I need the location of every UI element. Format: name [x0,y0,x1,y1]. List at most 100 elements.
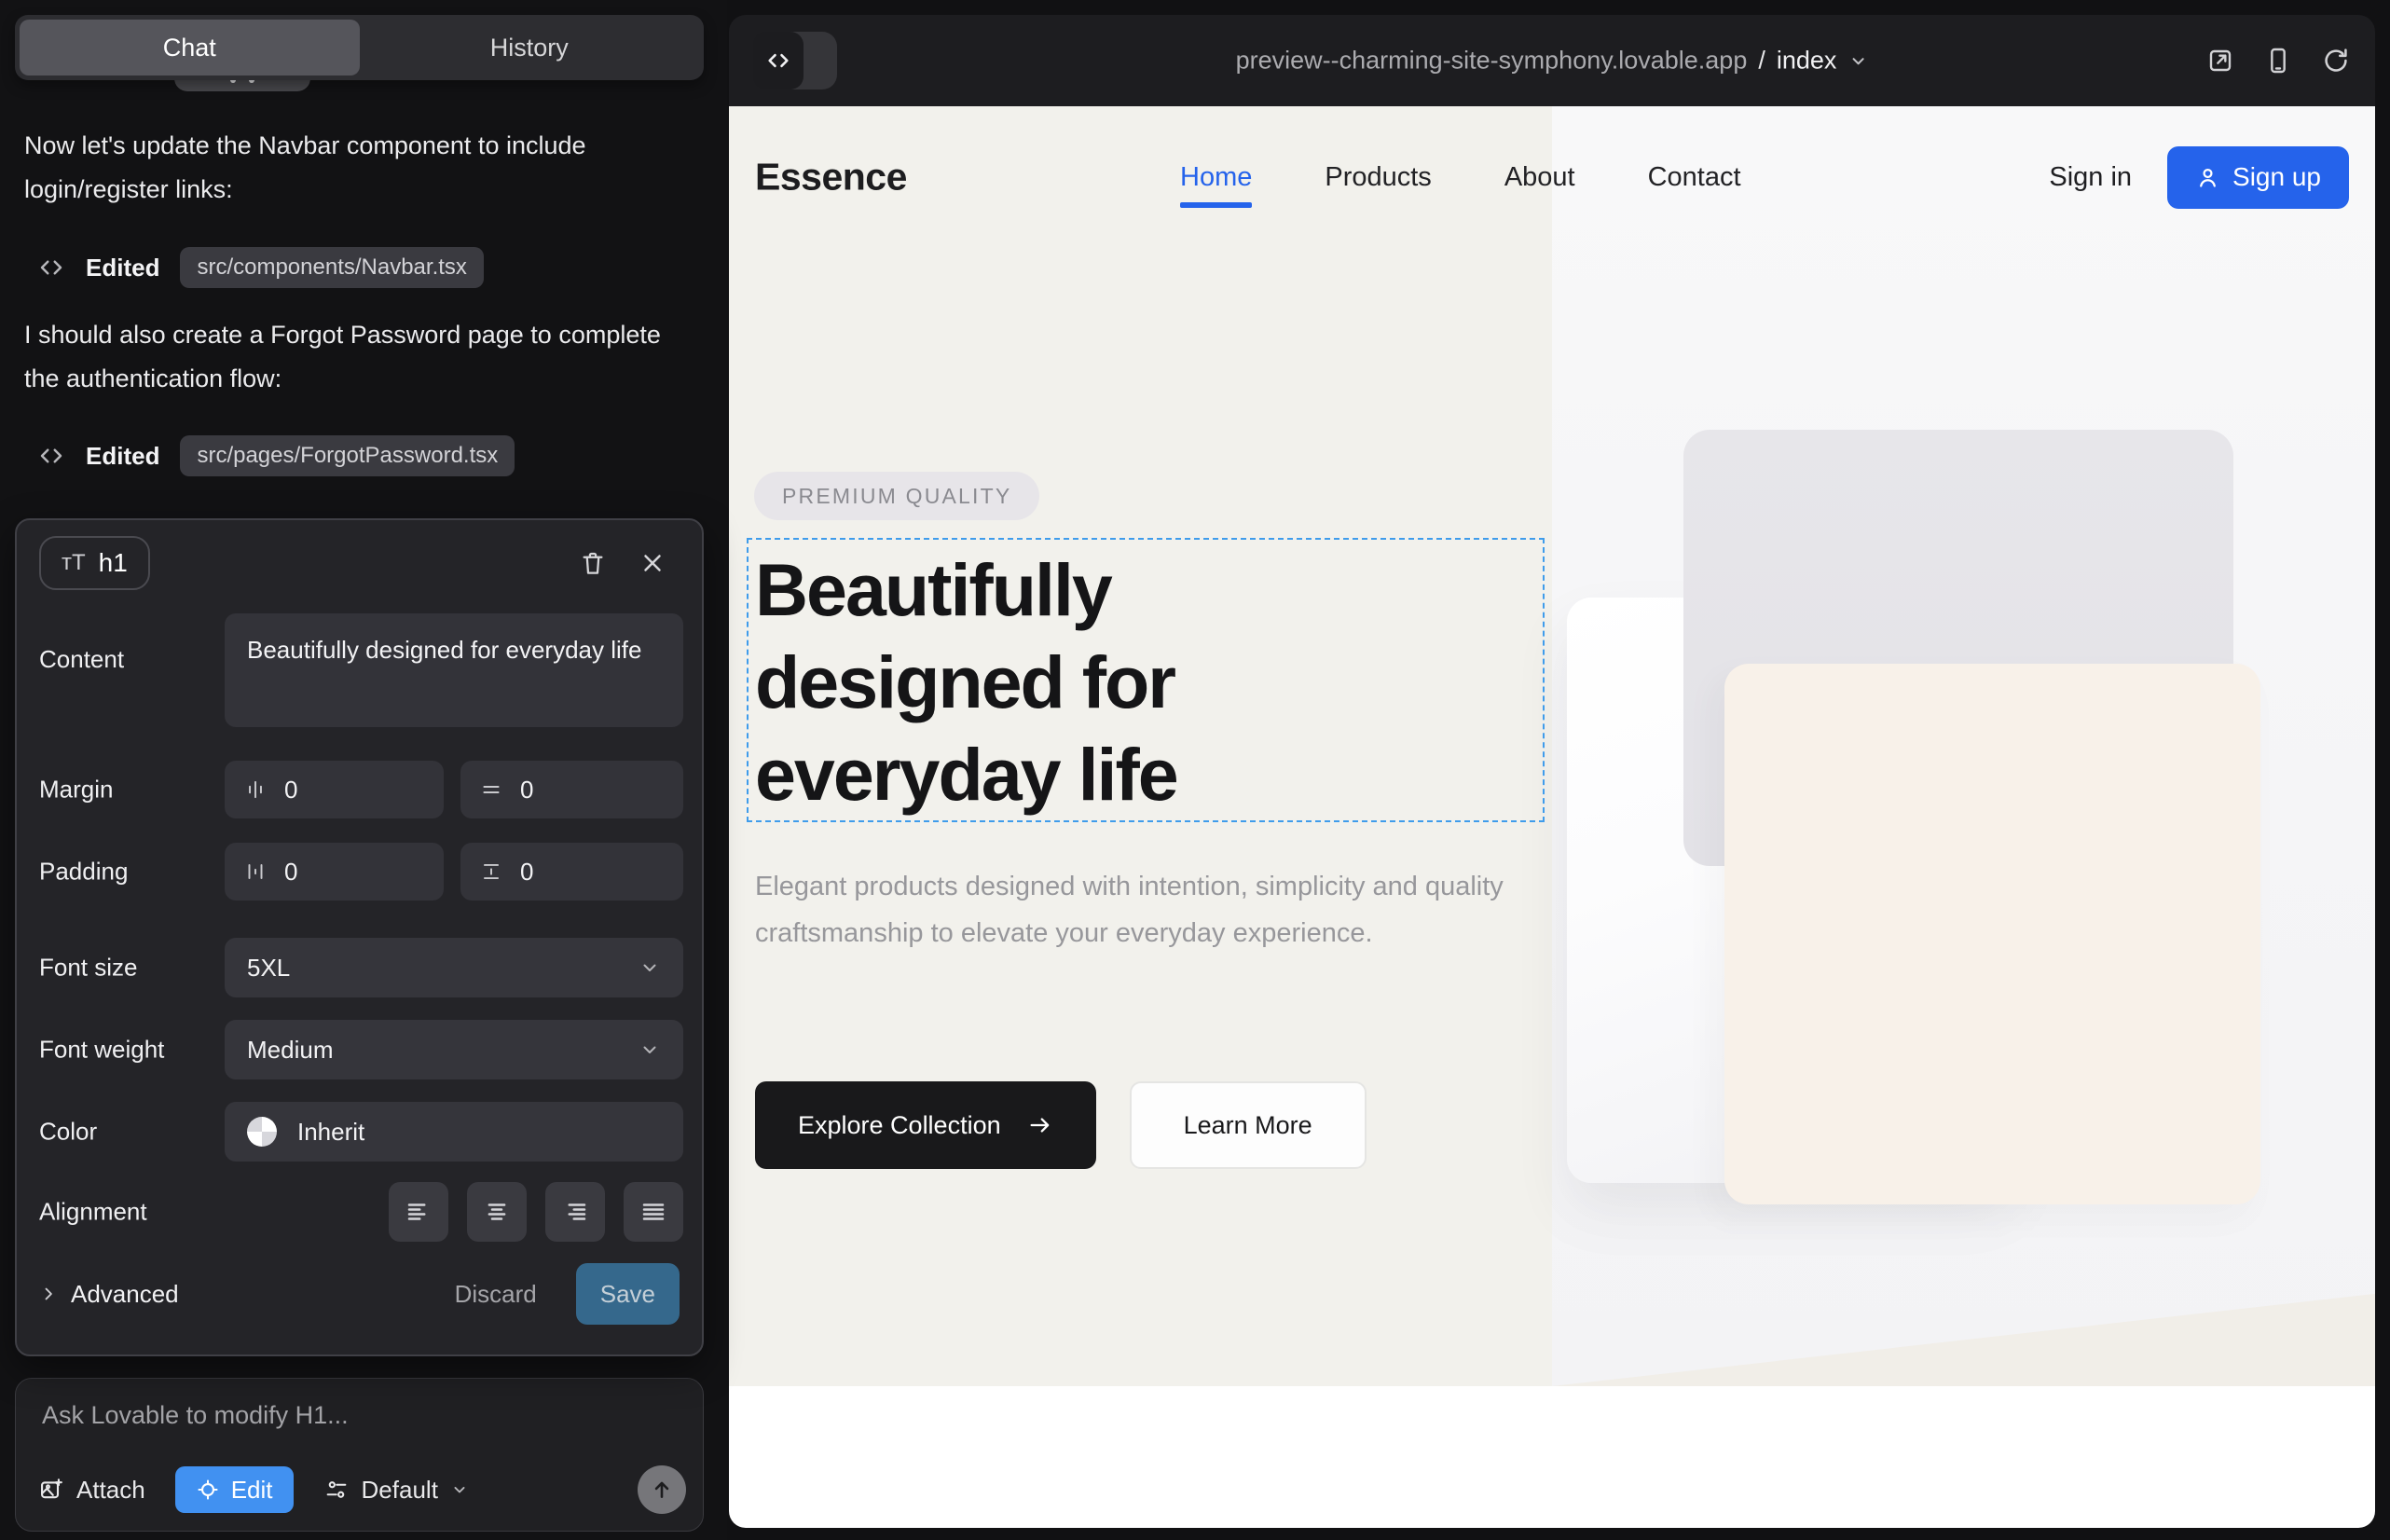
align-center-icon [483,1198,511,1226]
sidebar-tabbar: Chat History [15,15,704,80]
font-weight-select[interactable]: Medium [225,1020,683,1079]
padding-x-icon [243,859,268,884]
content-row: Content Beautifully designed for everyda… [39,613,683,727]
site-viewport: PREMIUM QUALITY Beautifully designed for… [729,106,2375,1528]
site-logo[interactable]: Essence [755,156,907,199]
learn-more-button[interactable]: Learn More [1130,1081,1367,1169]
content-label: Content [39,645,124,674]
element-tag-label: h1 [99,548,128,578]
margin-x-input[interactable]: 0 [225,761,444,818]
chat-message: Now let's update the Navbar component to… [24,124,692,212]
mobile-view-button[interactable] [2263,46,2293,76]
margin-y-icon [479,777,503,802]
explore-collection-button[interactable]: Explore Collection [755,1081,1096,1169]
file-chip[interactable]: src/components/Navbar.tsx [180,247,483,288]
url-page: index [1777,47,1837,76]
url-host: preview--charming-site-symphony.lovable.… [1236,47,1748,76]
chevron-down-icon [639,956,661,979]
color-select[interactable]: Inherit [225,1102,683,1162]
content-input[interactable]: Beautifully designed for everyday life [225,613,683,727]
save-button[interactable]: Save [576,1263,680,1325]
margin-row: Margin 0 0 [39,761,683,818]
hero-diagonal-shape [1552,1276,2375,1386]
code-icon [37,442,65,470]
chevron-down-icon [1847,50,1868,71]
align-justify-icon [639,1198,667,1226]
selected-element-tag: тT h1 [39,536,150,590]
close-editor-button[interactable] [639,549,666,577]
sign-up-button[interactable]: Sign up [2167,146,2349,209]
align-left-icon [405,1198,433,1226]
site-navbar: Essence Home Products About Contact Sign… [729,106,2375,248]
selected-h1-outline[interactable]: Beautifully designed for everyday life [747,538,1545,822]
chevron-right-icon [39,1285,58,1303]
nav-link-contact[interactable]: Contact [1648,149,1741,206]
url-separator: / [1758,47,1765,76]
nav-link-home[interactable]: Home [1180,149,1252,206]
delete-element-button[interactable] [579,549,607,577]
hero-badge: PREMIUM QUALITY [754,472,1039,520]
margin-label: Margin [39,776,113,804]
margin-y-input[interactable]: 0 [460,761,683,818]
edited-label: Edited [86,254,159,282]
color-row: Color Inherit [39,1102,683,1162]
close-icon [639,549,666,577]
chevron-down-icon [639,1038,661,1061]
padding-row: Padding 0 0 [39,843,683,901]
edit-mode-button[interactable]: Edit [175,1466,294,1513]
browser-preview: preview--charming-site-symphony.lovable.… [729,15,2375,1528]
editor-header: тT h1 [39,535,666,591]
code-icon [37,254,65,282]
chevron-down-icon [450,1480,469,1499]
file-chip[interactable]: src/pages/ForgotPassword.tsx [180,435,515,476]
url-bar[interactable]: preview--charming-site-symphony.lovable.… [1236,47,1869,76]
send-button[interactable] [638,1465,686,1514]
hero-description: Elegant products designed with intention… [755,863,1510,956]
align-center-button[interactable] [467,1182,527,1242]
attach-image-icon [38,1477,64,1503]
margin-x-icon [243,777,268,802]
hero-section: PREMIUM QUALITY Beautifully designed for… [729,106,2375,1386]
app: Chat History Now let's update the Navbar… [0,0,2390,1540]
mobile-icon [2263,46,2293,76]
padding-y-input[interactable]: 0 [460,843,683,901]
editor-footer: Advanced Discard Save [39,1261,680,1327]
tab-chat[interactable]: Chat [20,20,360,76]
hero-card-beige [1724,664,2260,1204]
trash-icon [579,549,607,577]
edited-file-row: Edited src/pages/ForgotPassword.tsx [37,434,515,477]
chat-composer: Attach Edit Default [15,1378,704,1532]
open-in-new-tab-button[interactable] [2205,46,2235,76]
color-label: Color [39,1118,97,1147]
discard-button[interactable]: Discard [455,1280,537,1309]
hero-art-column [1552,106,2375,1386]
edited-label: Edited [86,442,159,471]
arrow-right-icon [1027,1112,1053,1138]
tab-history[interactable]: History [360,20,700,76]
font-size-label: Font size [39,954,138,983]
align-justify-button[interactable] [624,1182,683,1242]
sign-in-button[interactable]: Sign in [2049,162,2132,193]
nav-link-about[interactable]: About [1504,149,1575,206]
element-editor-panel: тT h1 Content [15,518,704,1356]
padding-x-input[interactable]: 0 [225,843,444,901]
model-selector-button[interactable]: Default [323,1476,469,1505]
hero-heading[interactable]: Beautifully designed for everyday life [749,540,1543,820]
nav-link-products[interactable]: Products [1325,149,1431,206]
align-left-button[interactable] [389,1182,448,1242]
user-icon [2195,165,2220,190]
alignment-label: Alignment [39,1198,147,1227]
browser-topbar: preview--charming-site-symphony.lovable.… [729,15,2375,106]
code-icon [765,48,791,74]
advanced-toggle[interactable]: Advanced [39,1280,179,1309]
align-right-button[interactable] [545,1182,605,1242]
attach-button[interactable]: Attach [38,1476,145,1505]
font-size-row: Font size 5XL [39,938,683,997]
refresh-button[interactable] [2321,46,2351,76]
composer-input[interactable] [42,1401,676,1453]
typography-icon: тT [62,550,86,576]
color-swatch-icon [247,1117,277,1147]
code-preview-toggle[interactable] [753,32,837,89]
font-size-select[interactable]: 5XL [225,938,683,997]
arrow-up-icon [650,1478,674,1502]
